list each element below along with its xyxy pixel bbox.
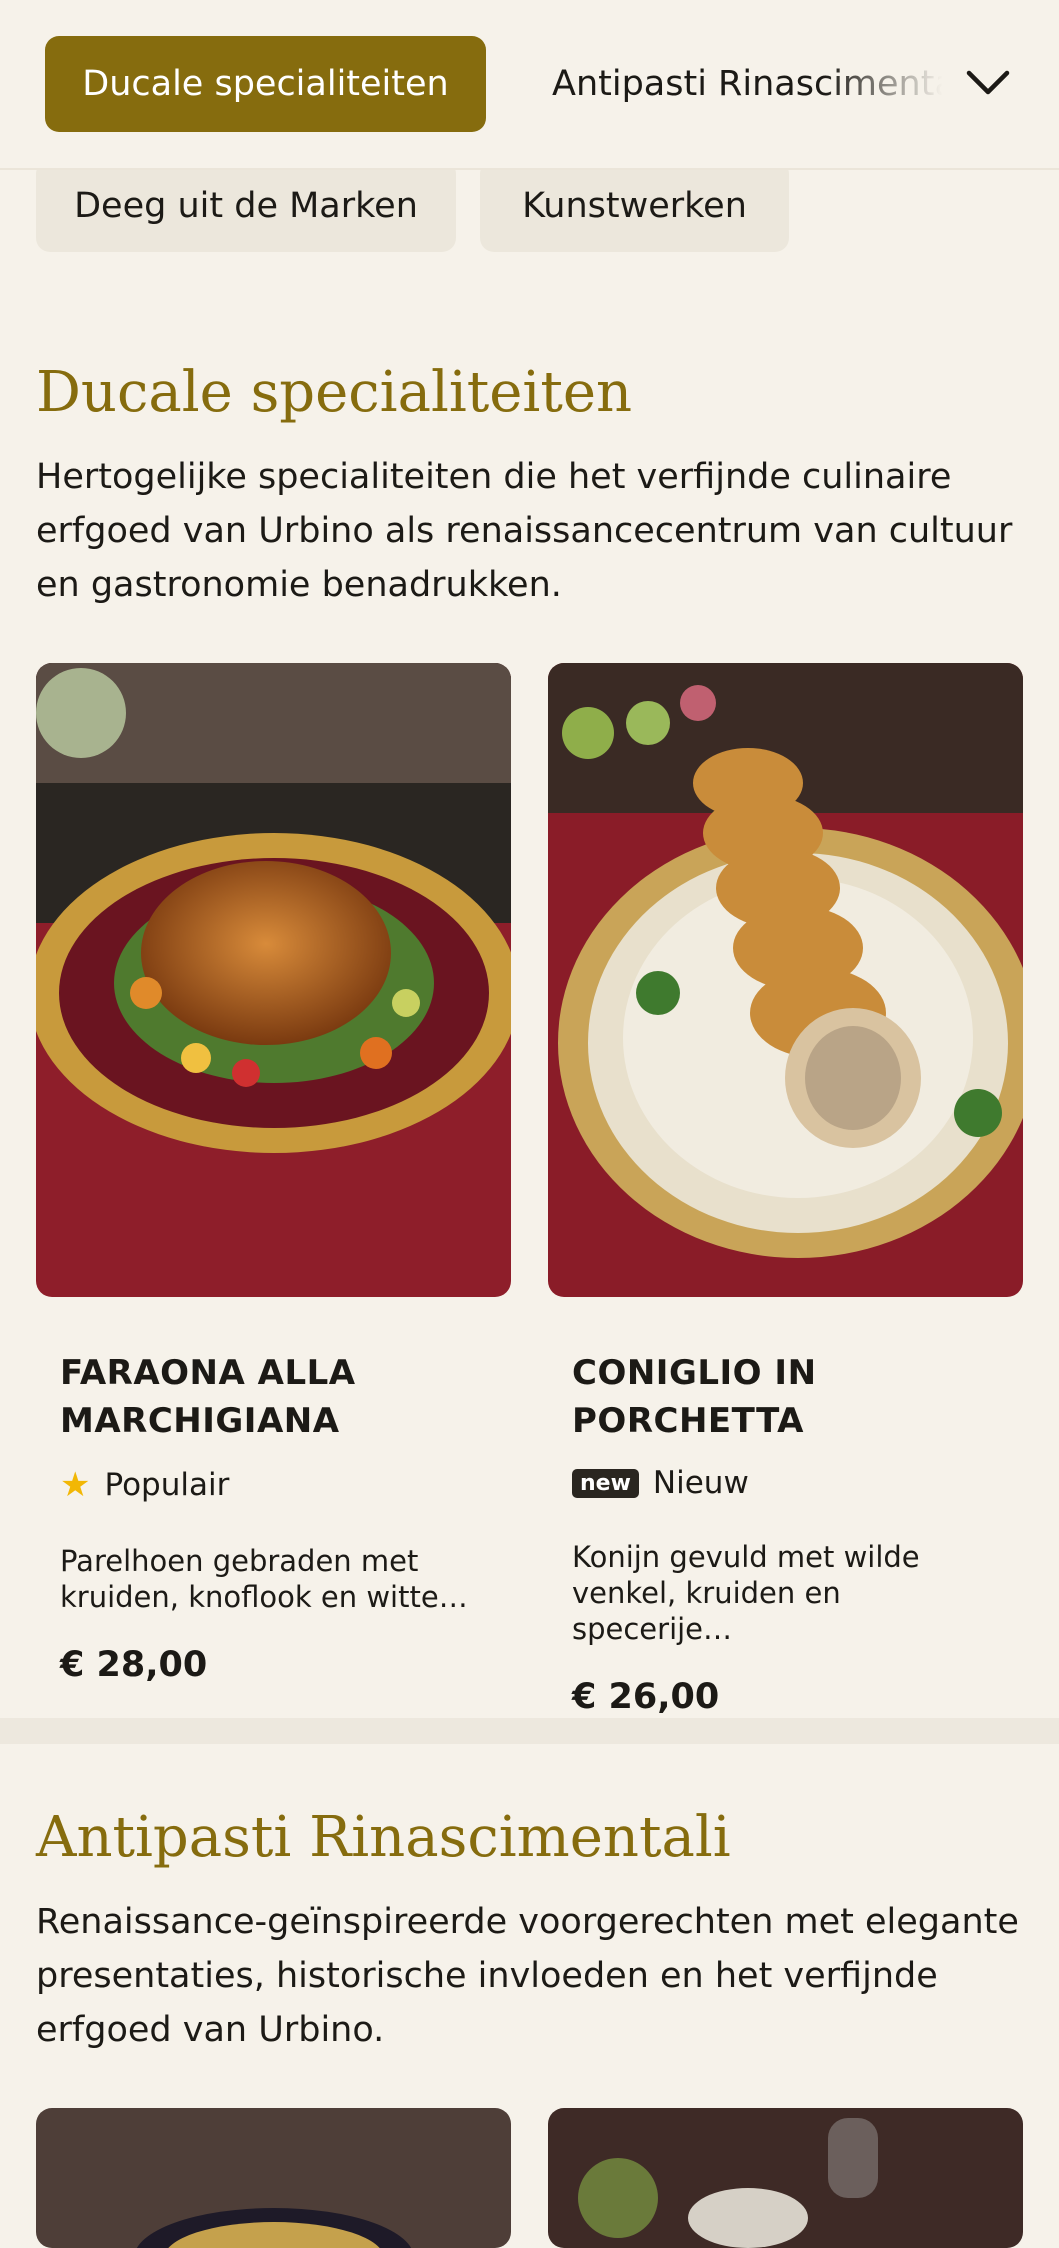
dish-image-faraona: [36, 663, 511, 1297]
new-tag: new: [572, 1468, 639, 1498]
section-divider: [0, 1718, 1059, 1744]
item-description: Parelhoen gebraden met kruiden, knoflook…: [60, 1544, 468, 1614]
item-badge: ★ Populair: [60, 1465, 487, 1505]
category-chip-kunstwerken[interactable]: Kunstwerken: [480, 160, 789, 252]
menu-item-card[interactable]: CONIGLIO IN PORCHETTA new Nieuw Konijn g…: [548, 663, 1023, 1717]
dish-image[interactable]: [36, 2108, 511, 2248]
category-bar: Ducale specialiteiten Antipasti Rinascim…: [0, 0, 1059, 170]
item-name: CONIGLIO IN PORCHETTA: [572, 1353, 817, 1441]
item-price: € 26,00: [572, 1677, 720, 1717]
category-chip-deeg[interactable]: Deeg uit de Marken: [36, 160, 456, 252]
badge-label: Populair: [104, 1467, 230, 1503]
menu-item-card[interactable]: FARAONA ALLA MARCHIGIANA ★ Populair Pare…: [36, 663, 511, 1685]
section-description: Hertogelijke specialiteiten die het verf…: [36, 457, 1013, 605]
category-pill-ducale[interactable]: Ducale specialiteiten: [45, 36, 486, 132]
item-description: Konijn gevuld met wilde venkel, kruiden …: [572, 1540, 920, 1646]
section-title: Antipasti Rinascimentali: [36, 1805, 731, 1870]
item-name: FARAONA ALLA MARCHIGIANA: [60, 1353, 356, 1441]
section-description: Renaissance-geïnspireerde voorgerechten …: [36, 1902, 1019, 2050]
item-price: € 28,00: [60, 1645, 208, 1685]
item-badge: new Nieuw: [572, 1465, 999, 1501]
dish-image[interactable]: [548, 2108, 1023, 2248]
badge-label: Nieuw: [652, 1465, 749, 1501]
chevron-down-icon[interactable]: [958, 58, 1018, 108]
category-pill-antipasti[interactable]: Antipasti Rinascimentali: [552, 36, 942, 132]
dish-image-coniglio: [548, 663, 1023, 1297]
section-title: Ducale specialiteiten: [36, 360, 633, 425]
star-icon: ★: [60, 1465, 91, 1505]
